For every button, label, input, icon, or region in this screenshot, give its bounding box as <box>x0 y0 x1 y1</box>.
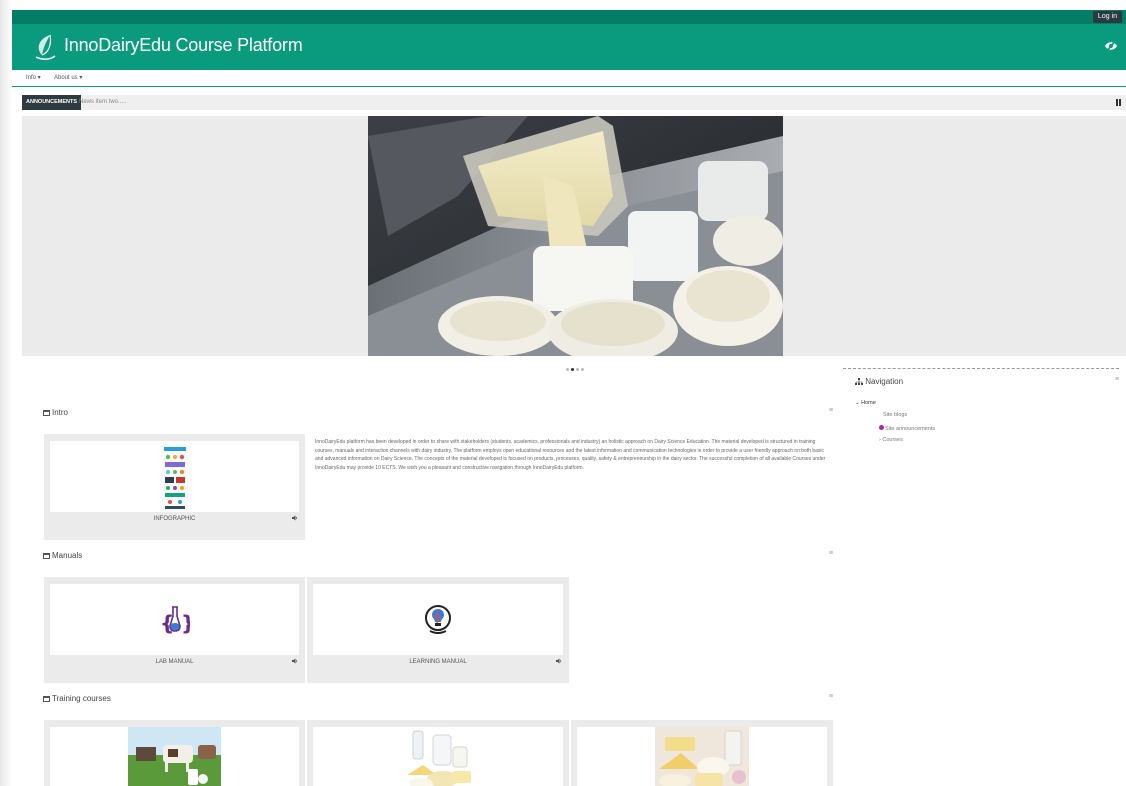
menu-info[interactable]: Info ▾ <box>26 74 41 81</box>
news-item-text[interactable]: News item two..... <box>79 95 126 110</box>
infographic-card[interactable] <box>50 441 299 512</box>
nav-item-home-label[interactable]: Home <box>861 400 876 406</box>
carousel-slide-image[interactable] <box>368 116 783 356</box>
course-card[interactable] <box>50 727 299 786</box>
svg-text:{: { <box>160 611 174 635</box>
custom-menu-bar: Info ▾ About us ▾ <box>12 70 1126 87</box>
intro-card-group: INFOGRAPHIC <box>44 434 305 540</box>
hide-blocks-eye-icon[interactable] <box>1104 39 1118 53</box>
section-menu-icon[interactable]: ≡ <box>829 550 833 557</box>
leaf-logo-icon[interactable] <box>34 33 56 61</box>
top-bar: Log in <box>12 10 1126 24</box>
flask-code-icon[interactable]: { } <box>160 604 190 638</box>
section-icon <box>43 696 50 702</box>
section-icon <box>43 553 50 559</box>
site-title[interactable]: InnoDairyEdu Course Platform <box>64 35 303 56</box>
navigation-title-label: Navigation <box>865 377 904 386</box>
learning-manual-card-group: LEARNING MANUAL <box>307 577 569 683</box>
lab-manual-card[interactable]: { } <box>50 584 299 655</box>
carousel-dot[interactable] <box>581 368 584 371</box>
course-thumbnail-cows[interactable] <box>128 727 221 786</box>
menu-about-us[interactable]: About us ▾ <box>54 74 82 81</box>
block-menu-icon[interactable]: ≡ <box>1115 376 1119 383</box>
lab-manual-card-group: { } LAB MANUAL <box>44 577 305 683</box>
page-left-shadow <box>0 0 12 786</box>
nav-item-site-announcements-label[interactable]: Site announcements <box>885 426 935 432</box>
navigation-block: Navigation ≡ ⌄ Home Site blogs Site anno… <box>843 368 1126 448</box>
intro-description: InnoDairyEdu platform has been developed… <box>315 439 826 471</box>
section-menu-icon[interactable]: ≡ <box>829 693 833 700</box>
carousel-dot[interactable] <box>566 368 569 371</box>
section-intro-title: Intro <box>43 408 68 417</box>
learning-manual-label[interactable]: LEARNING MANUAL <box>313 659 563 665</box>
learning-manual-card[interactable] <box>313 584 563 655</box>
speaker-icon[interactable] <box>292 658 298 664</box>
speaker-icon[interactable] <box>556 658 562 664</box>
section-intro-label: Intro <box>52 408 69 417</box>
course-thumbnail-cheese[interactable] <box>655 727 749 786</box>
cursor-dot-icon <box>879 425 884 430</box>
course-card[interactable] <box>313 727 563 786</box>
svg-text:}: } <box>181 611 190 635</box>
course-thumbnail-dairy-products[interactable] <box>403 727 475 786</box>
section-training-title: Training courses <box>43 694 111 703</box>
lab-manual-label[interactable]: LAB MANUAL <box>50 659 299 665</box>
speaker-icon[interactable] <box>292 515 298 521</box>
image-carousel <box>22 116 1126 356</box>
section-menu-icon[interactable]: ≡ <box>829 407 833 414</box>
sitemap-icon <box>855 378 863 385</box>
browser-viewport: Log in InnoDairyEdu Course Platform Info… <box>12 10 1126 786</box>
login-button[interactable]: Log in <box>1092 11 1122 23</box>
announcements-ticker: ANNOUNCEMENTS News item two..... <box>22 95 1126 110</box>
section-icon <box>43 410 50 416</box>
course-card-group-2 <box>307 720 569 786</box>
navigation-title: Navigation <box>855 377 903 386</box>
carousel-dot-active[interactable] <box>571 368 574 371</box>
course-card-group-3 <box>571 720 833 786</box>
block-divider <box>843 368 1119 369</box>
nav-item-home[interactable]: ⌄ Home <box>855 400 876 406</box>
carousel-dot[interactable] <box>576 368 579 371</box>
course-card-group-1 <box>44 720 305 786</box>
section-manuals-title: Manuals <box>43 551 82 560</box>
announcements-label[interactable]: ANNOUNCEMENTS <box>22 95 82 110</box>
infographic-label[interactable]: INFOGRAPHIC <box>50 516 299 522</box>
section-training-label: Training courses <box>52 694 111 703</box>
carousel-indicators <box>565 358 585 376</box>
nav-item-site-announcements[interactable]: Site announcements <box>879 425 935 432</box>
lightbulb-head-icon[interactable] <box>424 604 452 636</box>
nav-item-courses[interactable]: › Courses <box>879 437 903 443</box>
site-header: InnoDairyEdu Course Platform <box>12 24 1126 70</box>
course-card[interactable] <box>577 727 827 786</box>
nav-item-site-blogs[interactable]: Site blogs <box>883 412 907 418</box>
infographic-thumbnail[interactable] <box>162 445 188 511</box>
nav-item-courses-label[interactable]: Courses <box>882 437 902 443</box>
section-manuals-label: Manuals <box>52 551 83 560</box>
pause-icon[interactable] <box>1116 99 1121 106</box>
